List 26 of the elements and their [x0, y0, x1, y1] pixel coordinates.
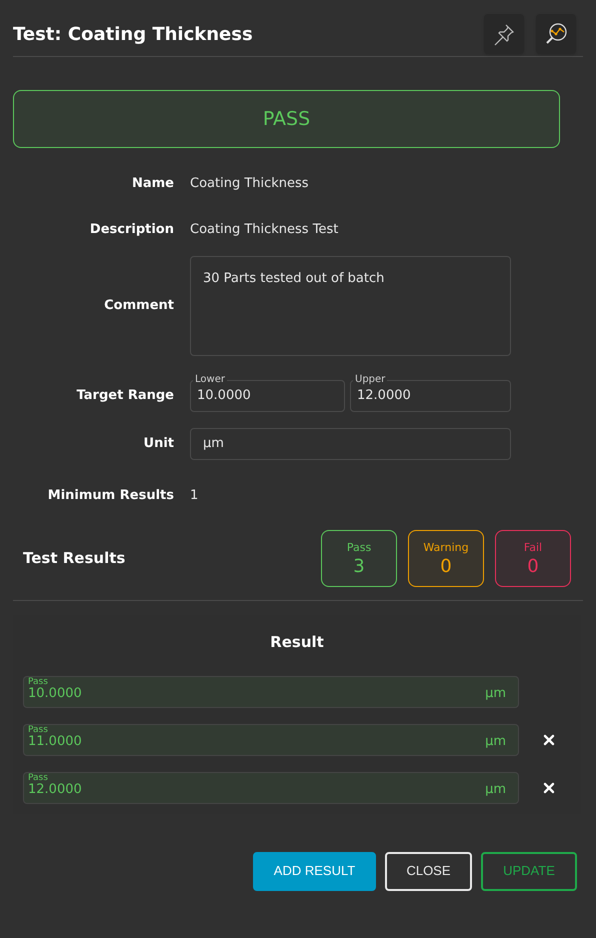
- verdict-banner: PASS: [13, 90, 560, 148]
- result-count-card: Fail 0: [495, 530, 571, 587]
- field-value: Coating Thickness: [190, 175, 309, 194]
- field-label: Minimum Results: [46, 487, 174, 506]
- result-field[interactable]: Pass 10.0000 µm: [23, 676, 519, 708]
- field-label: Name: [130, 175, 174, 194]
- result-count-card: Pass 3: [321, 530, 397, 587]
- dialog-title: Test: Coating Thickness: [13, 22, 253, 46]
- pin-button[interactable]: [484, 14, 524, 54]
- analysis-button[interactable]: [536, 14, 576, 54]
- field-label: Description: [88, 221, 174, 240]
- field-value: 1: [190, 487, 198, 506]
- field-label: Comment: [103, 297, 174, 316]
- result-field[interactable]: Pass 12.0000 µm: [23, 772, 519, 804]
- result-field[interactable]: Pass 11.0000 µm: [23, 724, 519, 756]
- update-button[interactable]: UPDATE: [481, 852, 577, 890]
- result-heading: Result: [269, 632, 325, 653]
- comment-field[interactable]: 30 Parts tested out of batch: [190, 256, 511, 356]
- field-label: Target Range: [76, 386, 174, 404]
- result-count-card: Warning 0: [408, 530, 484, 587]
- unit-field[interactable]: µm: [190, 428, 511, 460]
- field-value: Coating Thickness Test: [190, 221, 338, 240]
- section-title: Test Results: [23, 548, 126, 570]
- close-button[interactable]: CLOSE: [385, 852, 472, 890]
- pushpin-icon: [492, 22, 516, 46]
- field-label: Unit: [142, 435, 174, 454]
